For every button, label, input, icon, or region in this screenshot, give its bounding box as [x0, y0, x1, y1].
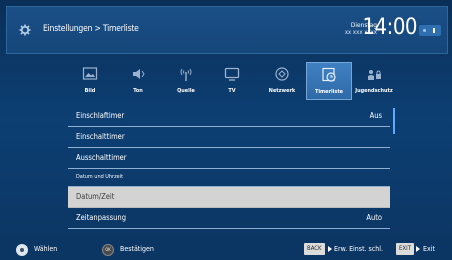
item-label: Datum/Zeit: [76, 192, 115, 201]
gear-icon: [19, 24, 31, 36]
footer-bar: Wählen OK Bestätigen BACK Erw. Einst. sc…: [0, 238, 452, 260]
item-label: Einschlaftimer: [76, 111, 125, 120]
tv-icon: [224, 67, 240, 81]
tab-label: Timerliste: [314, 89, 344, 95]
list-item-zeitanpassung[interactable]: Zeitanpassung Auto: [68, 208, 390, 229]
settings-list: Einschlaftimer Aus Einschalttimer Aussch…: [68, 106, 390, 229]
item-label: Zeitanpassung: [76, 213, 126, 222]
network-globe-icon: [275, 67, 289, 81]
tab-tv[interactable]: TV: [210, 62, 254, 98]
list-item-datum-zeit[interactable]: Datum/Zeit: [68, 187, 390, 208]
tab-bild[interactable]: Bild: [68, 62, 112, 98]
antenna-icon: [180, 68, 192, 81]
tab-quelle[interactable]: Quelle: [164, 62, 208, 98]
tv-settings-screen: Einstellungen > Timerliste Dienstag xx x…: [0, 0, 452, 260]
confirm-hint: Bestätigen: [120, 245, 154, 253]
tab-label: Bild: [84, 88, 96, 94]
speaker-icon: [133, 69, 145, 79]
dpad-icon: [16, 244, 28, 256]
tab-timerliste[interactable]: Timerliste: [306, 62, 352, 100]
page-title: Einstellungen > Timerliste: [43, 24, 139, 34]
back-key[interactable]: BACK: [304, 243, 325, 255]
item-label: Einschalttimer: [76, 132, 125, 141]
back-hint: Erw. Einst. schl.: [334, 245, 384, 253]
tab-ton[interactable]: Ton: [116, 62, 160, 98]
item-value: Aus: [369, 111, 382, 120]
tab-label: Quelle: [177, 88, 195, 94]
tab-label: Netzwerk: [268, 88, 296, 94]
exit-hint: Exit: [423, 245, 435, 253]
exit-key[interactable]: EXIT: [396, 243, 414, 255]
item-value: Auto: [366, 213, 382, 222]
timer-list-icon: [322, 67, 336, 82]
category-bar: Bild Ton Quelle TV Netzwerk Timerliste J…: [68, 62, 393, 100]
scrollbar[interactable]: [393, 108, 395, 134]
section-label: Datum und Uhrzeit: [76, 174, 124, 180]
list-item-ausschalttimer[interactable]: Ausschalttimer: [68, 148, 390, 169]
list-item-einschlaftimer[interactable]: Einschlaftimer Aus: [68, 106, 390, 127]
select-hint: Wählen: [34, 245, 58, 253]
tab-label: Ton: [133, 88, 143, 94]
tab-label: Jugendschutz: [355, 88, 393, 94]
list-item-einschalttimer[interactable]: Einschalttimer: [68, 127, 390, 148]
header-bar: Einstellungen > Timerliste Dienstag xx x…: [6, 6, 448, 54]
clock: 14:00: [362, 15, 417, 40]
tab-jugendschutz[interactable]: Jugendschutz: [352, 62, 396, 98]
tab-netzwerk[interactable]: Netzwerk: [260, 62, 304, 98]
ok-icon: OK: [102, 244, 114, 256]
image-icon: [82, 67, 98, 80]
status-indicator-icon: [419, 25, 441, 36]
parental-lock-icon: [368, 70, 381, 80]
arrow-icon: [416, 246, 420, 252]
tab-label: TV: [228, 88, 236, 94]
item-label: Ausschalttimer: [76, 153, 127, 162]
arrow-icon: [328, 246, 332, 252]
section-header-datum-uhrzeit: Datum und Uhrzeit: [68, 169, 390, 187]
